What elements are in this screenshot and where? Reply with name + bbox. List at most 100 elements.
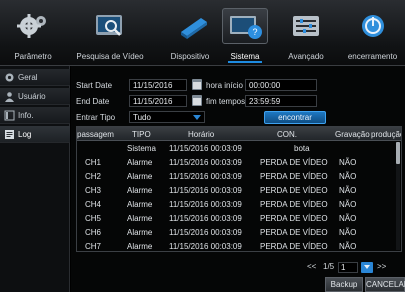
tab-label: encerramento [347, 52, 398, 61]
tab-label: Avançado [288, 52, 324, 61]
sidebar-item-info[interactable]: Info. [0, 107, 70, 124]
table-scrollbar[interactable] [396, 142, 400, 250]
cell-channel: CH2 [85, 172, 102, 181]
sidebar: Geral Usuário Info. Log [0, 66, 70, 292]
table-row[interactable]: CH3 Alarme 11/15/2016 00:03:09 PERDA DE … [77, 184, 395, 197]
header-playback: produção [371, 130, 401, 139]
cell-content: PERDA DE VÍDEO [260, 200, 328, 209]
power-icon [361, 15, 384, 37]
cell-content: PERDA DE VÍDEO [260, 172, 328, 181]
hard-disk-icon [181, 18, 207, 39]
prev-page-button[interactable]: << [307, 262, 316, 274]
end-date-row: End Date fim tempos [76, 94, 396, 108]
tab-encerramento[interactable]: encerramento [340, 0, 405, 66]
calendar-icon[interactable] [192, 95, 202, 106]
log-type-value: Tudo [133, 113, 151, 122]
cell-record: NÃO [339, 186, 357, 195]
sidebar-item-label: Usuário [18, 92, 46, 101]
table-row[interactable]: CH2 Alarme 11/15/2016 00:03:09 PERDA DE … [77, 170, 395, 183]
cell-type: Alarme [127, 214, 153, 223]
end-date-input[interactable] [129, 95, 187, 107]
tab-sistema[interactable]: ? Sistema [220, 0, 270, 66]
cell-content: bota [294, 144, 310, 153]
active-tab-underline [228, 61, 262, 63]
sidebar-item-usuario[interactable]: Usuário [0, 88, 70, 105]
cell-record: NÃO [339, 228, 357, 237]
tab-dispositivo[interactable]: Dispositivo [150, 0, 230, 66]
cancel-button[interactable]: CANCELAR [365, 277, 405, 292]
cell-type: Sistema [127, 144, 156, 153]
tab-label: Sistema [230, 52, 260, 61]
calendar-icon[interactable] [192, 79, 202, 90]
start-date-input[interactable] [129, 79, 187, 91]
cell-content: PERDA DE VÍDEO [260, 158, 328, 167]
next-page-button[interactable]: >> [377, 262, 386, 274]
tab-label: Pesquisa de Vídeo [76, 52, 144, 61]
page-number-input[interactable] [338, 262, 358, 273]
cell-channel: CH7 [85, 242, 102, 251]
header-record: Gravação [335, 130, 370, 139]
table-row[interactable]: CH7 Alarme 11/15/2016 00:03:09 PERDA DE … [77, 240, 395, 251]
table-row[interactable]: Sistema 11/15/2016 00:03:09 bota [77, 142, 395, 155]
tab-parametro[interactable]: Parâmetro [0, 0, 66, 66]
tab-label: Parâmetro [14, 52, 52, 61]
log-type-row: Entrar Tipo Tudo encontrar [76, 110, 402, 124]
sidebar-item-geral[interactable]: Geral [0, 69, 70, 86]
log-panel: Start Date hora início End Date fim temp… [71, 66, 405, 292]
cell-time: 11/15/2016 00:03:09 [169, 158, 242, 167]
start-time-label: hora início [206, 81, 243, 90]
cell-record: NÃO [339, 214, 357, 223]
start-time-input[interactable] [245, 79, 317, 91]
table-row[interactable]: CH6 Alarme 11/15/2016 00:03:09 PERDA DE … [77, 226, 395, 239]
cell-time: 11/15/2016 00:03:09 [169, 200, 242, 209]
cell-time: 11/15/2016 00:03:09 [169, 228, 242, 237]
sidebar-item-label: Geral [18, 73, 38, 82]
cell-channel: CH6 [85, 228, 102, 237]
table-row[interactable]: CH1 Alarme 11/15/2016 00:03:09 PERDA DE … [77, 156, 395, 169]
header-time: Horário [188, 130, 215, 139]
sidebar-item-label: Info. [18, 111, 34, 120]
log-table: passagem TIPO Horário CON. Gravação prod… [76, 126, 402, 252]
table-row[interactable]: CH4 Alarme 11/15/2016 00:03:09 PERDA DE … [77, 198, 395, 211]
end-time-label: fim tempos [206, 97, 246, 106]
chevron-down-icon[interactable] [192, 112, 202, 122]
table-header: passagem TIPO Horário CON. Gravação prod… [77, 127, 401, 141]
sidebar-item-log[interactable]: Log [0, 126, 70, 143]
cell-content: PERDA DE VÍDEO [260, 228, 328, 237]
cell-channel: CH1 [85, 158, 102, 167]
go-to-page-button[interactable] [361, 262, 373, 273]
advanced-tools-icon [293, 16, 319, 36]
gear-icon [17, 14, 46, 38]
tab-label: Dispositivo [170, 52, 210, 61]
cell-type: Alarme [127, 200, 153, 209]
tab-pesquisa-de-video[interactable]: Pesquisa de Vídeo [70, 0, 150, 66]
cell-content: PERDA DE VÍDEO [260, 186, 328, 195]
cell-type: Alarme [127, 242, 153, 251]
cell-content: PERDA DE VÍDEO [260, 214, 328, 223]
start-date-row: Start Date hora início [76, 78, 396, 92]
cell-content: PERDA DE VÍDEO [260, 242, 328, 251]
end-time-input[interactable] [245, 95, 317, 107]
header-type: TIPO [132, 130, 151, 139]
user-icon [5, 92, 14, 102]
cell-channel: CH3 [85, 186, 102, 195]
svg-text:?: ? [252, 27, 257, 37]
cell-type: Alarme [127, 158, 153, 167]
scrollbar-thumb[interactable] [396, 142, 400, 164]
cell-type: Alarme [127, 172, 153, 181]
tab-avancado[interactable]: Avançado [272, 0, 340, 66]
cell-record: NÃO [339, 158, 357, 167]
cell-time: 11/15/2016 00:03:09 [169, 172, 242, 181]
cell-time: 11/15/2016 00:03:09 [169, 144, 242, 153]
start-date-label: Start Date [76, 81, 113, 90]
backup-button[interactable]: Backup [325, 277, 363, 292]
top-navigation-bar: Parâmetro Pesquisa de Vídeo Dispositivo … [0, 0, 405, 66]
cell-type: Alarme [127, 228, 153, 237]
system-info-icon: ? [230, 16, 262, 39]
page-info: 1/5 [323, 262, 335, 271]
cell-record: NÃO [339, 200, 357, 209]
gear-small-icon [5, 73, 14, 82]
cell-time: 11/15/2016 00:03:09 [169, 186, 242, 195]
search-button[interactable]: encontrar [264, 111, 326, 124]
table-row[interactable]: CH5 Alarme 11/15/2016 00:03:09 PERDA DE … [77, 212, 395, 225]
